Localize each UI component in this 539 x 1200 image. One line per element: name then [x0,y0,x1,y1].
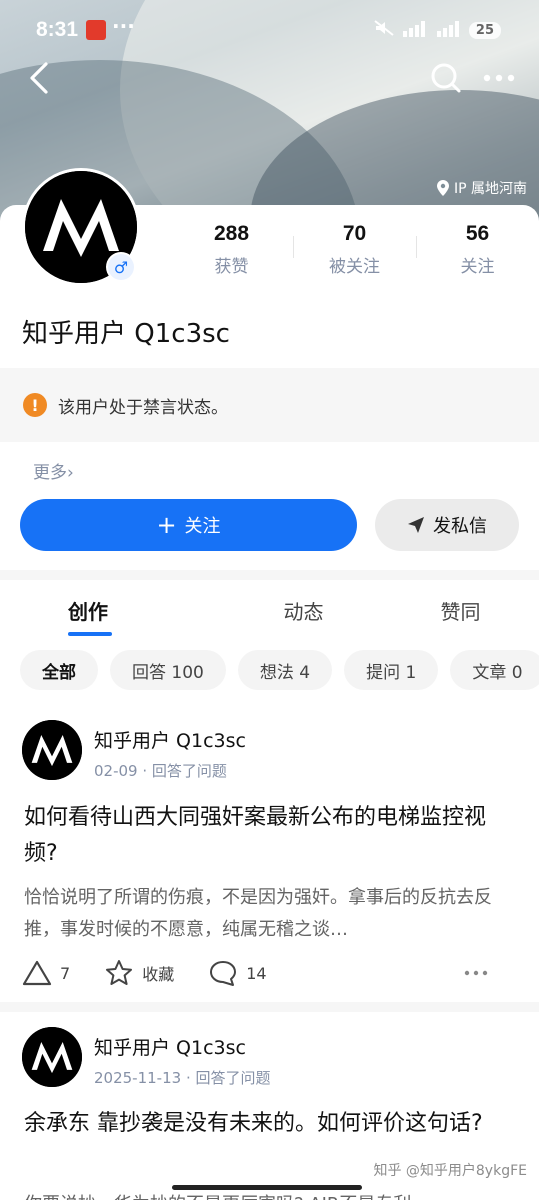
profile-username: 知乎用户 Q1c3sc [22,319,230,349]
filter-thoughts[interactable]: 想法 4 [237,650,333,690]
watermark: 知乎 @知乎用户8ykgFE [373,1163,527,1179]
more-options-button[interactable] [482,63,516,93]
filter-chips: 全部 回答 100 想法 4 提问 1 文章 0 [20,650,539,690]
filter-questions[interactable]: 提问 1 [344,650,439,690]
feed-author-name[interactable]: 知乎用户 Q1c3sc [94,726,246,753]
upvote-icon [22,960,52,986]
ip-location: IP 属地河南 [436,178,527,198]
tab-upvoted[interactable]: 赞同 [382,580,539,638]
more-notifications-icon: ··· [112,14,135,38]
status-indicators: 25 [373,19,501,41]
follow-button[interactable]: + 关注 [20,499,357,551]
feed-divider [0,1002,539,1012]
warning-icon: ! [23,393,47,417]
status-time: 8:31 [36,18,79,41]
home-indicator[interactable] [172,1185,362,1190]
feed-answer-excerpt[interactable]: 恰恰说明了所谓的伤痕，不是因为强奸。拿事后的反抗去反推，事发时候的不愿意，纯属无… [24,882,504,946]
more-info-link[interactable]: 更多› [33,458,74,483]
signal-4g-icon [435,19,463,41]
motorola-logo-icon [22,720,82,780]
send-icon [408,517,424,533]
star-icon [106,960,133,985]
mute-icon [373,19,395,41]
feed-more-button[interactable] [464,969,488,977]
stat-following[interactable]: 56 关注 [416,222,539,282]
search-icon [431,63,461,93]
filter-all[interactable]: 全部 [20,650,98,690]
location-pin-icon [436,180,449,196]
send-message-button[interactable]: 发私信 [375,499,519,551]
tab-creations[interactable]: 创作 [0,580,225,638]
feed-meta: 2025-11-13 · 回答了问题 [94,1069,271,1087]
upvote-button[interactable]: 7 [22,959,70,987]
battery-indicator: 25 [468,21,501,39]
ban-notice: ! 该用户处于禁言状态。 [0,368,539,442]
content-tabs: 创作 动态 赞同 [0,580,539,638]
more-icon [464,970,488,976]
motorola-logo-icon [22,1027,82,1087]
search-button[interactable] [430,62,462,94]
gender-badge: ♂ [106,252,136,282]
signal-5g-icon [401,19,429,41]
plus-icon: + [156,511,177,539]
profile-stats: 288 获赞 70 被关注 56 关注 [170,222,539,282]
ban-notice-text: 该用户处于禁言状态。 [58,397,228,418]
comment-button[interactable]: 14 [208,959,267,987]
collect-button[interactable]: 收藏 [104,959,174,987]
back-button[interactable] [26,60,56,96]
more-icon [483,74,515,82]
stat-followers[interactable]: 70 被关注 [293,222,416,282]
feed-meta: 02-09 · 回答了问题 [94,762,227,780]
stat-likes[interactable]: 288 获赞 [170,222,293,282]
section-divider [0,570,539,580]
male-icon: ♂ [108,254,134,280]
feed-question-title[interactable]: 余承东 靠抄袭是没有未来的。如何评价这句话? [24,1106,504,1142]
feed-author-name[interactable]: 知乎用户 Q1c3sc [94,1033,246,1060]
status-bar: 8:31 ··· 25 [0,0,539,60]
feed-author-avatar[interactable] [22,1027,82,1087]
feed-actions: 7 收藏 14 [22,957,522,989]
tab-activity[interactable]: 动态 [225,580,382,638]
feed-answer-excerpt[interactable]: 你要说抄，华为抄的不是更厉害吗? AIR不是专利 [24,1190,411,1200]
filter-answers[interactable]: 回答 100 [110,650,226,690]
filter-articles[interactable]: 文章 0 [450,650,539,690]
comment-icon [210,961,237,986]
feed-author-avatar[interactable] [22,720,82,780]
feed-question-title[interactable]: 如何看待山西大同强奸案最新公布的电梯监控视频? [24,800,504,872]
app-notification-icon [86,20,106,40]
